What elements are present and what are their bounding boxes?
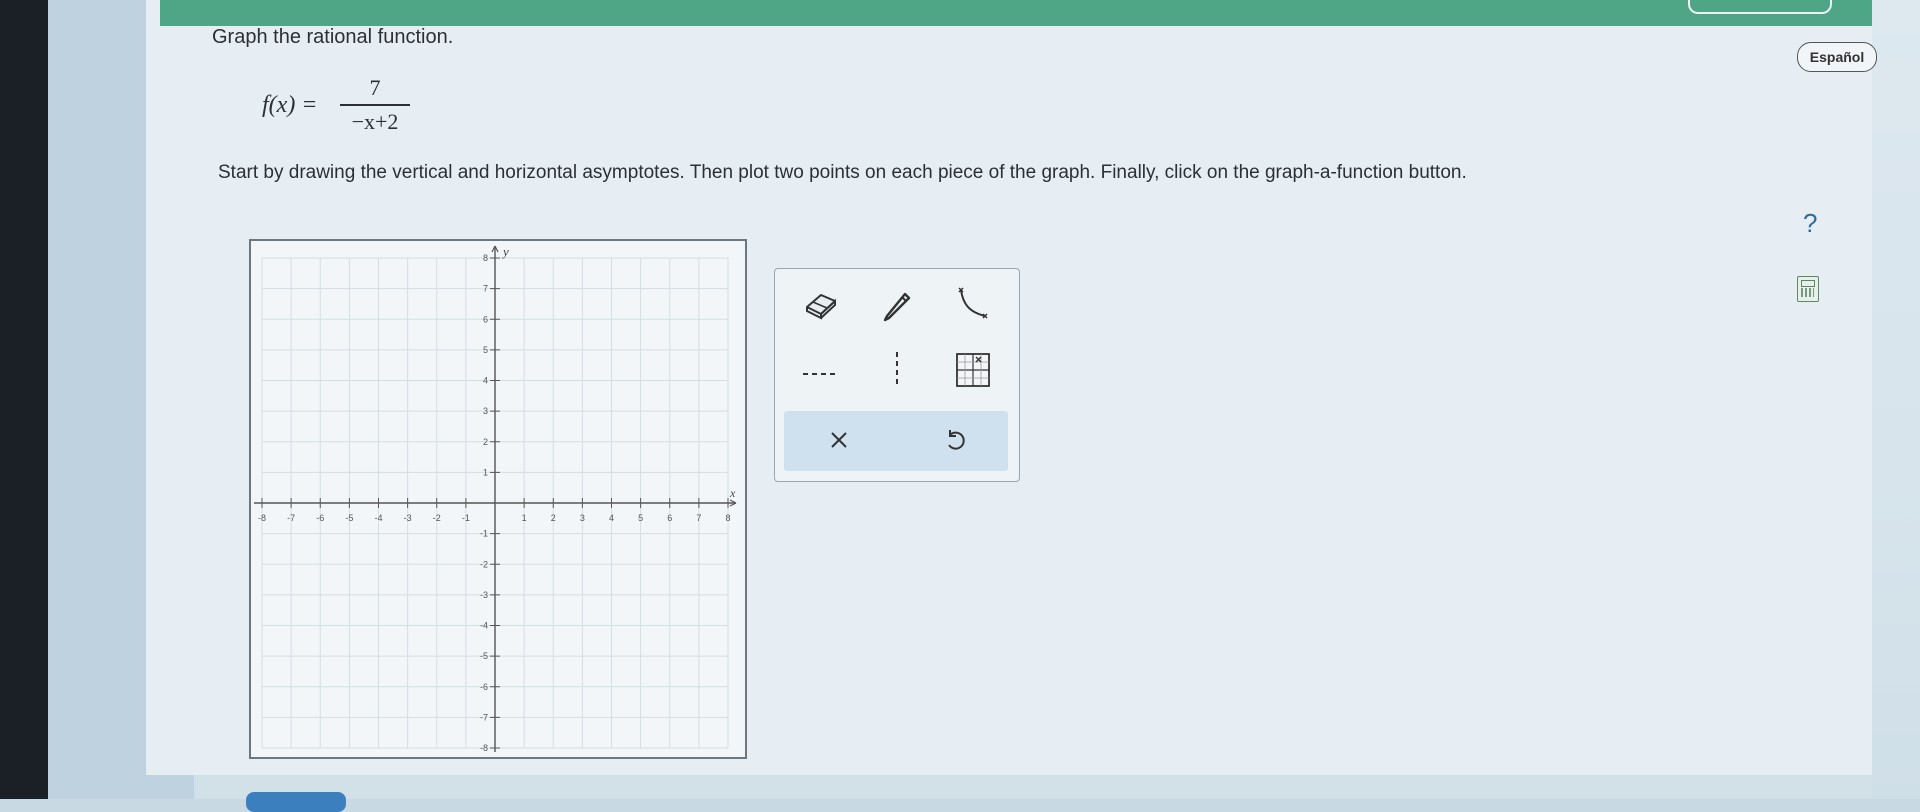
x-tick-label: -5 — [345, 513, 353, 523]
pencil-tool-icon[interactable] — [867, 279, 927, 329]
fraction-bar — [340, 104, 410, 106]
x-tick-label: 7 — [696, 513, 701, 523]
problem-prompt: Graph the rational function. — [212, 26, 454, 48]
top-bar — [160, 0, 1872, 26]
y-tick-label: 4 — [483, 376, 488, 386]
x-tick-label: -7 — [287, 513, 295, 523]
x-tick-label: 3 — [580, 513, 585, 523]
function-name: f(x) = — [262, 92, 318, 118]
asymptote-grid-icon[interactable] — [943, 345, 1003, 395]
bottom-strip — [196, 775, 1872, 799]
top-bar-button[interactable] — [1688, 0, 1832, 14]
x-tick-label: 2 — [551, 513, 556, 523]
denominator: −x+2 — [351, 109, 399, 134]
y-tick-label: 1 — [483, 467, 488, 477]
y-tick-label: 2 — [483, 437, 488, 447]
x-tick-label: -8 — [258, 513, 266, 523]
x-tick-label: 1 — [522, 513, 527, 523]
monitor-bezel — [0, 0, 48, 799]
x-tick-label: 4 — [609, 513, 614, 523]
x-tick-label: 6 — [667, 513, 672, 523]
y-tick-label: -7 — [480, 712, 488, 722]
x-tick-label: -6 — [316, 513, 324, 523]
numerator: 7 — [369, 75, 381, 100]
y-tick-label: 8 — [483, 253, 488, 263]
y-tick-label: 7 — [483, 284, 488, 294]
help-icon[interactable]: ? — [1803, 208, 1817, 239]
graph-border — [249, 239, 747, 759]
x-tick-label: -4 — [374, 513, 382, 523]
language-button[interactable]: Español — [1797, 42, 1877, 72]
fraction: 7 −x+2 — [340, 74, 410, 136]
x-tick-label: 5 — [638, 513, 643, 523]
x-tick-label: 8 — [725, 513, 730, 523]
y-tick-label: 6 — [483, 314, 488, 324]
x-tick-label: -1 — [462, 513, 470, 523]
x-tick-label: -3 — [404, 513, 412, 523]
graph-area[interactable]: -8 -7 -6 -5 -4 -3 -2 -1 1 2 3 4 5 6 7 8 8 7 6 5 4 3 2 1 -1 -2 -3 -4… — [248, 238, 748, 760]
y-tick-label: -1 — [480, 529, 488, 539]
y-tick-label: -6 — [480, 682, 488, 692]
y-tick-label: 3 — [483, 406, 488, 416]
y-tick-label: -4 — [480, 621, 488, 631]
y-tick-label: 5 — [483, 345, 488, 355]
undo-icon[interactable] — [925, 415, 985, 465]
y-axis-label: y — [501, 244, 509, 259]
instruction-text: Start by drawing the vertical and horizo… — [218, 162, 1467, 183]
x-axis-label: x — [729, 486, 736, 500]
calculator-icon[interactable] — [1797, 276, 1819, 302]
y-tick-label: -3 — [480, 590, 488, 600]
vertical-asymptote-icon[interactable] — [867, 345, 927, 395]
graph-a-function-icon[interactable] — [943, 279, 1003, 329]
coordinate-plane[interactable]: -8 -7 -6 -5 -4 -3 -2 -1 1 2 3 4 5 6 7 8 8 7 6 5 4 3 2 1 -1 -2 -3 -4… — [248, 238, 748, 760]
horizontal-asymptote-icon[interactable] — [791, 349, 851, 399]
x-tick-label: -2 — [433, 513, 441, 523]
graph-tools-panel — [774, 268, 1020, 482]
y-tick-label: -2 — [480, 559, 488, 569]
y-tick-label: -8 — [480, 743, 488, 753]
y-tick-label: -5 — [480, 651, 488, 661]
clear-icon[interactable] — [809, 415, 869, 465]
bottom-button[interactable] — [246, 792, 346, 812]
eraser-tool-icon[interactable] — [791, 279, 851, 329]
